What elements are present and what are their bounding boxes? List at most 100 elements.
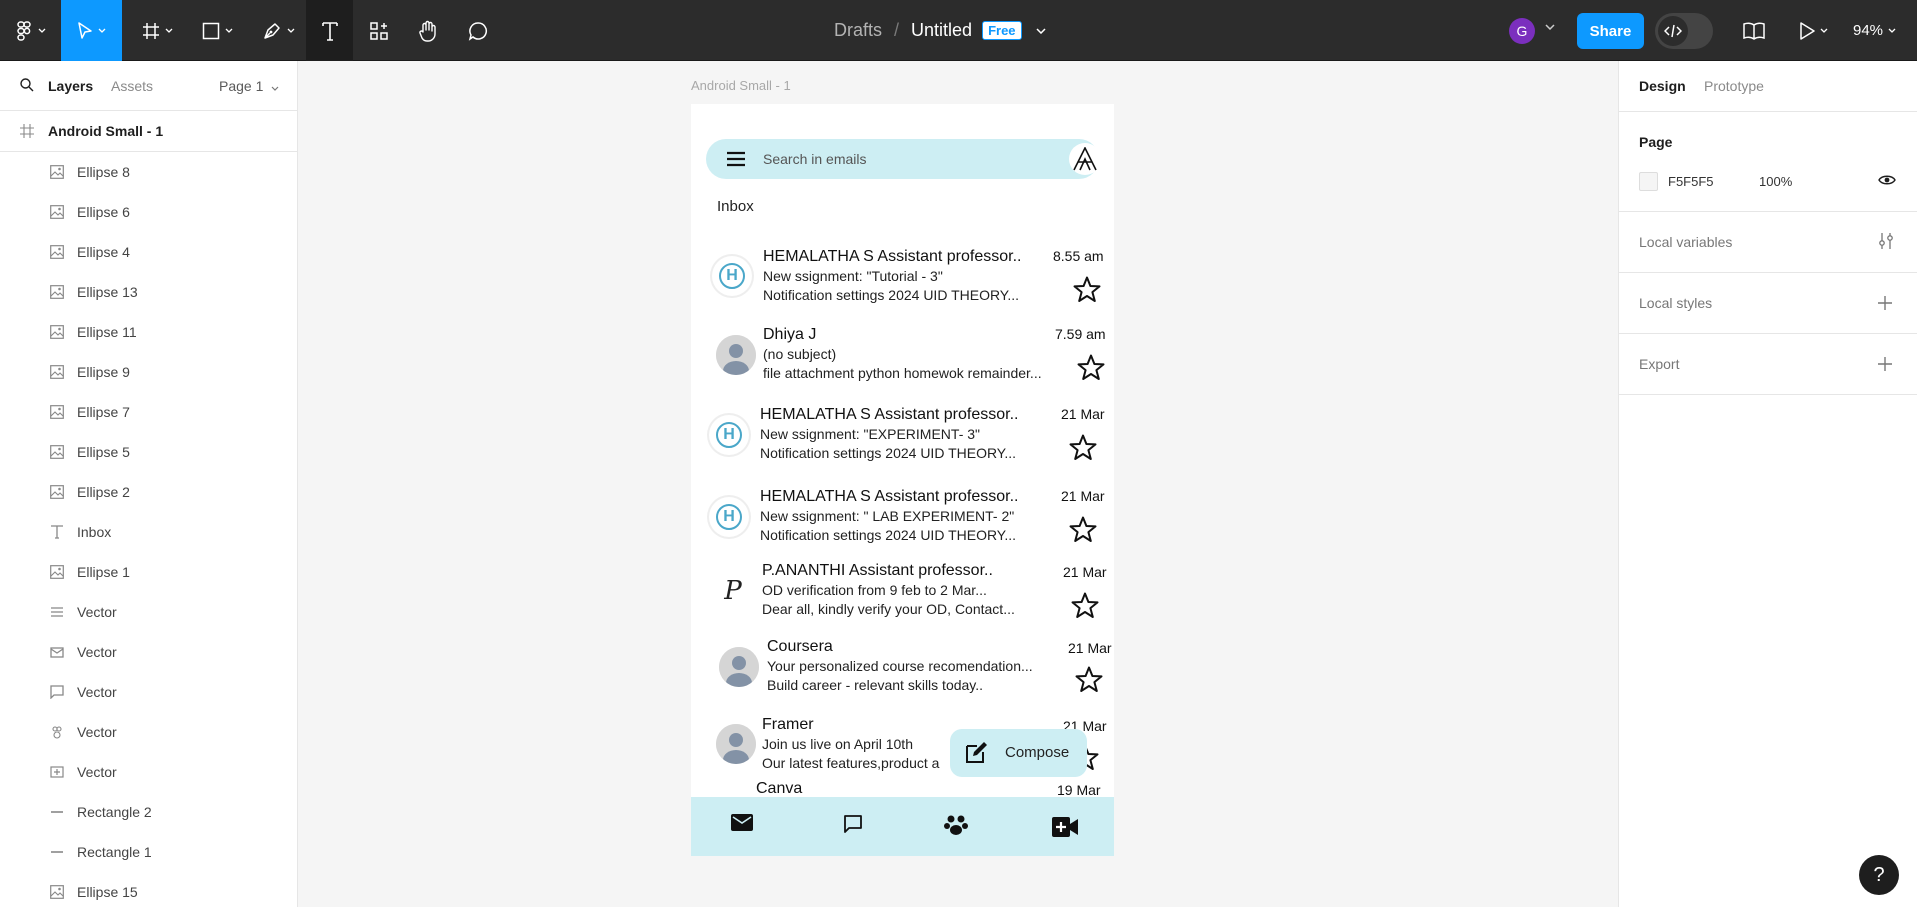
- zoom-control[interactable]: 94%: [1853, 0, 1896, 61]
- layer-row[interactable]: Ellipse 8: [0, 152, 297, 192]
- email-row[interactable]: Dhiya J (no subject) file attachment pytho…: [691, 318, 1114, 388]
- components-icon: [370, 21, 388, 40]
- star-icon[interactable]: [1069, 434, 1097, 466]
- star-icon[interactable]: [1069, 516, 1097, 548]
- layer-row[interactable]: Ellipse 5: [0, 432, 297, 472]
- chevron-down-icon: [98, 28, 106, 33]
- email-subject: Join us live on April 10th: [762, 736, 913, 752]
- breadcrumb-drafts[interactable]: Drafts: [834, 20, 882, 41]
- layer-row[interactable]: Vector: [0, 592, 297, 632]
- variables-icon[interactable]: [1878, 232, 1894, 250]
- layer-row[interactable]: Ellipse 7: [0, 392, 297, 432]
- resources-button[interactable]: [358, 0, 400, 61]
- group-icon[interactable]: [943, 814, 969, 836]
- layer-label: Ellipse 2: [77, 484, 130, 500]
- email-sender: HEMALATHA S Assistant professor..: [760, 406, 1019, 423]
- email-row[interactable]: Coursera Your personalized course recomen…: [691, 630, 1114, 700]
- layer-row[interactable]: Vector: [0, 712, 297, 752]
- hand-tool-button[interactable]: [407, 0, 449, 61]
- email-sender: Canva: [756, 780, 803, 797]
- image-icon: [50, 165, 64, 179]
- library-button[interactable]: [1734, 0, 1774, 61]
- user-avatar[interactable]: G: [1509, 18, 1535, 44]
- zoom-value: 94%: [1853, 22, 1884, 39]
- star-icon[interactable]: [1075, 666, 1103, 698]
- page-color-swatch[interactable]: [1639, 172, 1658, 191]
- chevron-down-icon: [225, 28, 232, 33]
- chevron-down-icon[interactable]: [1036, 27, 1046, 34]
- shape-tool-button[interactable]: [195, 0, 239, 61]
- email-row[interactable]: H HEMALATHA S Assistant professor.. New ss…: [691, 240, 1114, 310]
- page-selector[interactable]: Page 1: [219, 78, 279, 94]
- help-button[interactable]: ?: [1859, 855, 1899, 895]
- frame-tool-button[interactable]: [135, 0, 179, 61]
- frame-name-label[interactable]: Android Small - 1: [691, 78, 791, 93]
- text-tool-button[interactable]: [306, 0, 353, 61]
- email-row[interactable]: H HEMALATHA S Assistant professor.. New ss…: [691, 398, 1114, 468]
- h-logo-avatar: H: [712, 256, 752, 296]
- layer-label: Ellipse 15: [77, 884, 138, 900]
- layer-row[interactable]: Vector: [0, 672, 297, 712]
- dev-mode-toggle[interactable]: [1655, 13, 1713, 49]
- layer-row[interactable]: Ellipse 2: [0, 472, 297, 512]
- local-styles-label: Local styles: [1639, 295, 1713, 311]
- layer-row[interactable]: Rectangle 2: [0, 792, 297, 832]
- chat-icon[interactable]: [843, 814, 863, 834]
- search-icon[interactable]: [20, 78, 34, 92]
- layer-row[interactable]: Vector: [0, 752, 297, 792]
- share-button[interactable]: Share: [1577, 13, 1644, 49]
- email-row[interactable]: H HEMALATHA S Assistant professor.. New ss…: [691, 480, 1114, 550]
- dev-mode-knob: [1658, 16, 1688, 46]
- local-variables-section[interactable]: Local variables: [1619, 212, 1917, 273]
- plus-icon[interactable]: [1878, 296, 1892, 310]
- profile-logo[interactable]: [1069, 143, 1101, 175]
- main-menu-button[interactable]: [10, 0, 52, 61]
- star-icon[interactable]: [1071, 592, 1099, 624]
- email-row[interactable]: P P.ANANTHI Assistant professor.. OD verif…: [691, 556, 1114, 626]
- p-letter-avatar: P: [713, 571, 753, 611]
- mail-icon[interactable]: [731, 814, 753, 831]
- layer-row[interactable]: Ellipse 15: [0, 872, 297, 907]
- page-color-hex[interactable]: F5F5F5: [1668, 174, 1714, 189]
- compose-button[interactable]: Compose: [950, 729, 1087, 777]
- hamburger-menu-icon[interactable]: [726, 151, 746, 167]
- layer-label: Ellipse 13: [77, 284, 138, 300]
- tab-assets[interactable]: Assets: [111, 78, 153, 94]
- page-color-opacity[interactable]: 100%: [1759, 174, 1792, 189]
- file-title[interactable]: Untitled: [911, 20, 972, 41]
- eye-icon[interactable]: [1878, 174, 1896, 186]
- tab-layers[interactable]: Layers: [48, 78, 93, 94]
- layer-row[interactable]: Inbox: [0, 512, 297, 552]
- video-call-icon[interactable]: [1052, 817, 1078, 837]
- email-subject: (no subject): [763, 346, 837, 362]
- plus-icon[interactable]: [1878, 357, 1892, 371]
- email-search-bar[interactable]: Search in emails: [706, 139, 1101, 179]
- layer-row[interactable]: Ellipse 13: [0, 272, 297, 312]
- layer-root-frame[interactable]: Android Small - 1: [0, 111, 297, 152]
- email-time: 21 Mar: [1061, 488, 1105, 504]
- email-sender: Coursera: [767, 638, 833, 655]
- star-icon[interactable]: [1073, 276, 1101, 308]
- move-tool-button[interactable]: [61, 0, 122, 61]
- plan-badge[interactable]: Free: [982, 21, 1022, 40]
- layer-row[interactable]: Ellipse 6: [0, 192, 297, 232]
- layer-row[interactable]: Vector: [0, 632, 297, 672]
- layer-row[interactable]: Ellipse 4: [0, 232, 297, 272]
- star-icon[interactable]: [1077, 354, 1105, 386]
- image-icon: [50, 245, 64, 259]
- layer-row[interactable]: Ellipse 9: [0, 352, 297, 392]
- pen-tool-button[interactable]: [255, 0, 301, 61]
- android-frame[interactable]: Search in emails Inbox H HEMALATHA S Assi…: [691, 104, 1114, 856]
- local-styles-section[interactable]: Local styles: [1619, 273, 1917, 334]
- chevron-down-icon: [271, 86, 279, 91]
- image-icon: [50, 445, 64, 459]
- layer-row[interactable]: Rectangle 1: [0, 832, 297, 872]
- tab-prototype[interactable]: Prototype: [1704, 78, 1764, 94]
- layer-row[interactable]: Ellipse 1: [0, 552, 297, 592]
- export-section[interactable]: Export: [1619, 334, 1917, 395]
- chevron-down-icon[interactable]: [1545, 24, 1555, 30]
- tab-design[interactable]: Design: [1639, 78, 1686, 94]
- layer-row[interactable]: Ellipse 11: [0, 312, 297, 352]
- present-button[interactable]: [1793, 0, 1833, 61]
- comment-tool-button[interactable]: [457, 0, 499, 61]
